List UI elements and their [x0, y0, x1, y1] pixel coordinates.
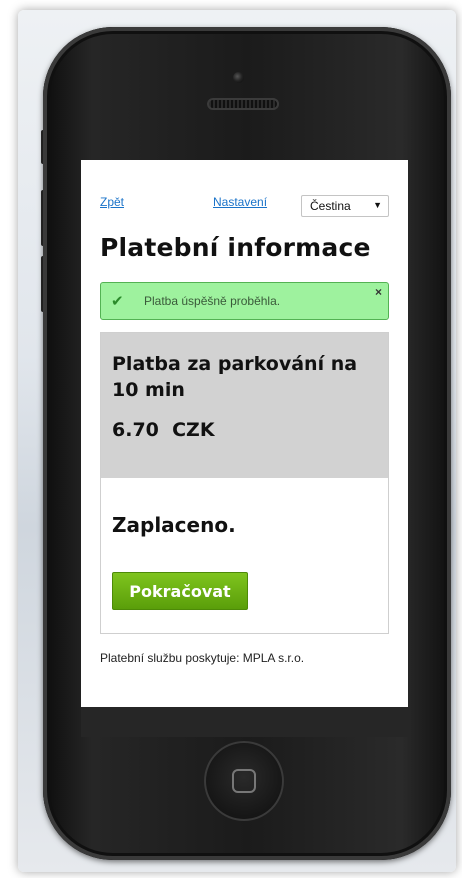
back-link[interactable]: Zpět [100, 195, 124, 209]
home-button[interactable] [204, 741, 284, 821]
phone-screen: Zpět Nastavení Čestina ▼ Platební inform… [81, 160, 408, 737]
payment-card: Platba za parkování na 10 min 6.70 CZK Z… [100, 332, 389, 634]
provider-text: Platební službu poskytuje: MPLA s.r.o. [100, 651, 305, 665]
page-title: Platební informace [100, 233, 371, 262]
checkmark-icon: ✔ [111, 293, 124, 310]
screen-bottom-bar [81, 707, 408, 737]
payment-summary: Platba za parkování na 10 min 6.70 CZK [101, 333, 388, 478]
chevron-down-icon: ▼ [373, 200, 382, 210]
close-icon[interactable]: × [375, 285, 382, 299]
payment-title: Platba za parkování na 10 min [112, 353, 358, 401]
settings-link[interactable]: Nastavení [213, 195, 267, 209]
payment-price: 6.70 CZK [112, 419, 215, 441]
camera-icon [233, 72, 244, 83]
continue-button[interactable]: Pokračovat [112, 572, 248, 610]
language-select-value: Čestina [310, 199, 351, 213]
payment-status: Zaplaceno. [112, 513, 236, 537]
top-nav: Zpět Nastavení Čestina ▼ [81, 193, 408, 217]
speaker-grille [207, 98, 279, 110]
language-select[interactable]: Čestina ▼ [301, 195, 389, 217]
success-alert: ✔ Platba úspěšně proběhla. × [100, 282, 389, 320]
home-square-icon [232, 769, 256, 793]
alert-message: Platba úspěšně proběhla. [144, 294, 281, 308]
